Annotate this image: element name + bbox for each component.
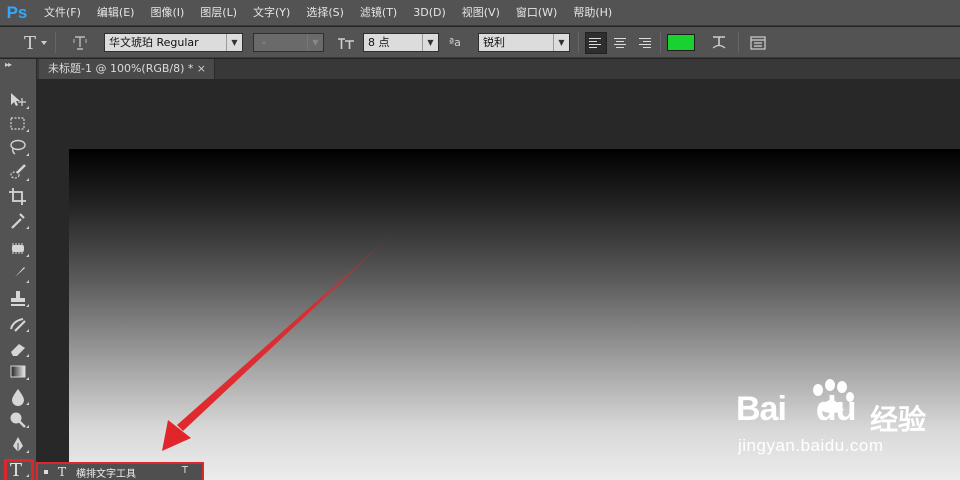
tool-group-indicator xyxy=(26,106,29,109)
horizontal-type-tool-label[interactable]: 横排文字工具 xyxy=(76,465,136,480)
menu-item[interactable]: 视图(V) xyxy=(454,0,508,26)
watermark-url: jingyan.baidu.com xyxy=(738,436,884,455)
baidu-jingyan-watermark: Bai du 经验 jingyan.baidu.com xyxy=(730,378,960,468)
brush-tool[interactable] xyxy=(6,263,30,285)
lasso-tool[interactable] xyxy=(6,136,30,158)
align-center-button[interactable] xyxy=(609,32,631,54)
eraser-tool[interactable] xyxy=(6,337,30,359)
menu-item[interactable]: 图像(I) xyxy=(142,0,192,26)
crop-tool[interactable] xyxy=(6,185,30,207)
warp-text-icon[interactable] xyxy=(709,33,729,53)
type-tool-highlight xyxy=(4,459,34,480)
tool-group-indicator xyxy=(26,402,29,405)
marquee-tool[interactable] xyxy=(6,112,30,134)
healing-brush-tool[interactable] xyxy=(6,237,30,259)
tool-group-indicator xyxy=(26,377,29,380)
font-size-icon xyxy=(336,33,356,53)
collapse-panel-icon[interactable]: ▸▸ xyxy=(5,60,12,69)
tool-group-indicator xyxy=(26,304,29,307)
menu-item[interactable]: 窗口(W) xyxy=(508,0,565,26)
chevron-down-icon[interactable] xyxy=(41,41,47,45)
menu-item[interactable]: 选择(S) xyxy=(298,0,352,26)
align-left-button[interactable] xyxy=(585,32,607,54)
text-color-swatch[interactable] xyxy=(667,34,695,51)
chevron-down-icon: ▼ xyxy=(422,34,438,51)
align-right-button[interactable] xyxy=(633,32,655,54)
font-family-select[interactable]: 华文琥珀 Regular ▼ xyxy=(104,33,243,52)
close-icon[interactable]: × xyxy=(197,59,206,79)
menu-item[interactable]: 滤镜(T) xyxy=(352,0,405,26)
tool-group-indicator xyxy=(26,226,29,229)
document-tabs: 未标题-1 @ 100%(RGB/8) * × xyxy=(37,59,960,79)
menu-item[interactable]: 编辑(E) xyxy=(89,0,143,26)
selected-bullet-icon xyxy=(44,470,48,474)
chevron-down-icon: ▼ xyxy=(307,34,323,51)
blur-tool[interactable] xyxy=(6,385,30,407)
antialias-icon: ªa xyxy=(449,36,461,49)
history-brush-tool[interactable] xyxy=(6,312,30,334)
eyedropper-tool[interactable] xyxy=(6,209,30,231)
tool-group-indicator xyxy=(26,329,29,332)
tab-document[interactable]: 未标题-1 @ 100%(RGB/8) * × xyxy=(39,59,215,79)
dodge-tool[interactable] xyxy=(6,408,30,430)
watermark-brand: Bai du xyxy=(736,390,856,428)
font-style-select[interactable]: - ▼ xyxy=(253,33,324,52)
menu-item[interactable]: 3D(D) xyxy=(405,0,454,26)
tool-group-indicator xyxy=(26,280,29,283)
type-tool-flyout[interactable]: T 横排文字工具 T xyxy=(36,462,204,480)
tool-group-indicator xyxy=(26,425,29,428)
shortcut-key: T xyxy=(181,465,188,476)
quick-select-tool[interactable] xyxy=(6,161,30,183)
crop-icon xyxy=(9,187,26,205)
menu-bar: Ps 文件(F) 编辑(E) 图像(I) 图层(L) 文字(Y) 选择(S) 滤镜(T) 3D… xyxy=(0,0,960,26)
menu-item[interactable]: 帮助(H) xyxy=(565,0,620,26)
text-orientation-icon[interactable] xyxy=(70,33,90,53)
clone-stamp-tool[interactable] xyxy=(6,287,30,309)
font-size-select[interactable]: 8 点 ▼ xyxy=(363,33,439,52)
tool-group-indicator xyxy=(26,354,29,357)
pen-tool[interactable] xyxy=(6,433,30,455)
menu-item[interactable]: 文字(Y) xyxy=(245,0,298,26)
chevron-down-icon: ▼ xyxy=(553,34,569,51)
tool-group-indicator xyxy=(26,450,29,453)
watermark-jingyan: 经验 xyxy=(870,403,927,436)
tool-group-indicator xyxy=(26,254,29,257)
tools-panel: ▸▸ T xyxy=(0,59,37,480)
tool-group-indicator xyxy=(26,153,29,156)
chevron-down-icon: ▼ xyxy=(226,34,242,51)
menu-item[interactable]: 图层(L) xyxy=(192,0,245,26)
character-panel-icon[interactable] xyxy=(748,33,768,53)
photoshop-logo[interactable]: Ps xyxy=(0,0,34,26)
horizontal-type-icon: T xyxy=(58,465,67,479)
tool-group-indicator xyxy=(26,178,29,181)
options-bar: T 华文琥珀 Regular ▼ - ▼ 8 点 ▼ ªa 锐利 ▼ xyxy=(0,27,960,58)
antialias-select[interactable]: 锐利 ▼ xyxy=(478,33,570,52)
menu-item[interactable]: 文件(F) xyxy=(36,0,89,26)
move-tool[interactable] xyxy=(6,89,30,111)
type-tool-preset-icon[interactable]: T xyxy=(20,33,40,54)
tool-group-indicator xyxy=(26,129,29,132)
gradient-tool[interactable] xyxy=(6,360,30,382)
